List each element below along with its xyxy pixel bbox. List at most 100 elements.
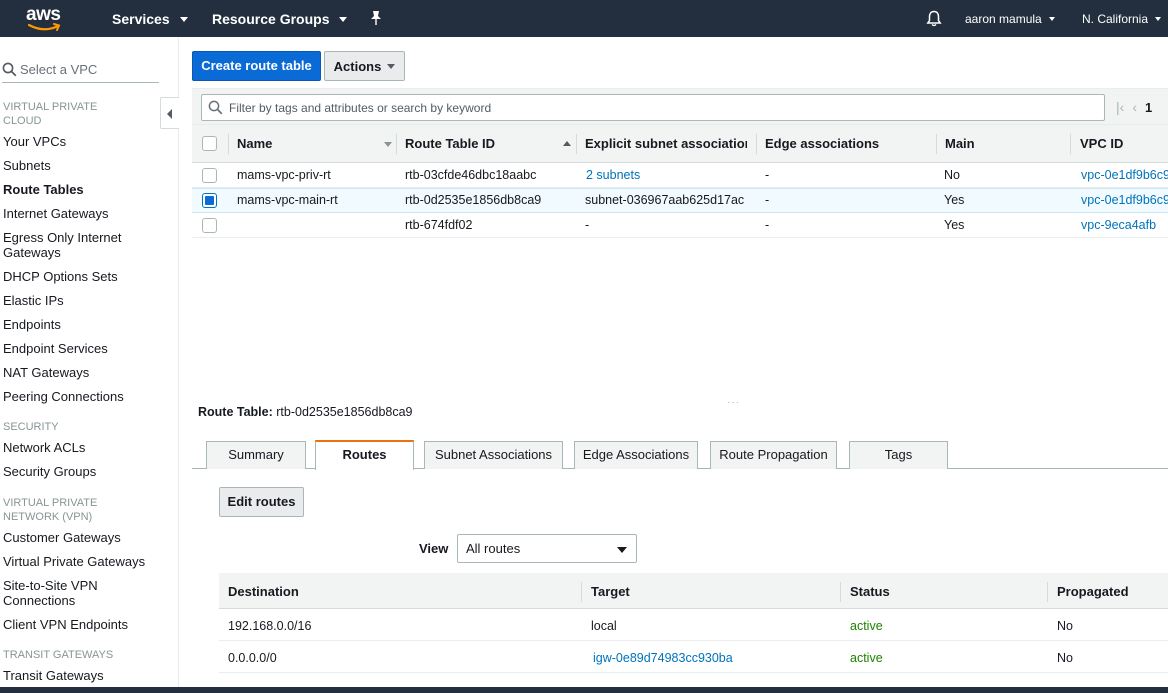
route-row: 0.0.0.0/0 igw-0e89d74983cc930ba active N… <box>219 641 1168 673</box>
collapse-sidebar-button[interactable] <box>160 97 179 129</box>
section-vpc: VIRTUAL PRIVATE CLOUD <box>3 101 98 127</box>
resource-groups-label: Resource Groups <box>212 11 330 27</box>
sidebar-item-subnets[interactable]: Subnets <box>3 158 51 173</box>
filter-placeholder: Filter by tags and attributes or search … <box>229 100 492 115</box>
row-checkbox[interactable] <box>202 168 217 183</box>
row-subnet-link[interactable]: 2 subnets <box>586 168 640 182</box>
row-vpc-link[interactable]: vpc-0e1df9b6c9 <box>1081 193 1168 207</box>
services-menu[interactable]: Services <box>112 11 188 27</box>
col-destination[interactable]: Destination <box>228 584 299 599</box>
table-row[interactable]: rtb-674fdf02 - - Yes vpc-9eca4afb <box>192 213 1168 238</box>
tab-routes[interactable]: Routes <box>315 440 414 470</box>
sidebar-item-transit-gateways[interactable]: Transit Gateways <box>3 668 104 683</box>
sort-ascending-icon[interactable] <box>563 141 571 146</box>
tab-summary[interactable]: Summary <box>206 441 306 469</box>
sidebar-item-egress-only-gateways[interactable]: Egress Only Internet Gateways <box>3 230 133 260</box>
table-row[interactable]: mams-vpc-priv-rt rtb-03cfde46dbc18aabc 2… <box>192 163 1168 188</box>
row-route-table-id: rtb-03cfde46dbc18aabc <box>405 168 537 182</box>
tab-subnet-associations[interactable]: Subnet Associations <box>424 441 563 469</box>
col-propagated[interactable]: Propagated <box>1057 584 1129 599</box>
sidebar-item-client-vpn-endpoints[interactable]: Client VPN Endpoints <box>3 617 128 632</box>
col-route-table-id[interactable]: Route Table ID <box>405 136 495 151</box>
resource-groups-menu[interactable]: Resource Groups <box>212 11 348 27</box>
aws-smile-icon <box>28 23 61 31</box>
aws-logo[interactable]: aws <box>24 4 64 32</box>
sidebar-item-internet-gateways[interactable]: Internet Gateways <box>3 206 109 221</box>
sort-icon[interactable] <box>384 142 392 147</box>
view-select[interactable]: All routes <box>457 534 637 563</box>
footer-bar <box>0 687 1168 693</box>
row-subnet: subnet-036967aab625d17ac <box>585 193 745 207</box>
sidebar-item-elastic-ips[interactable]: Elastic IPs <box>3 293 64 308</box>
col-vpc-id[interactable]: VPC ID <box>1080 136 1123 151</box>
row-main: No <box>944 168 960 182</box>
route-destination: 192.168.0.0/16 <box>228 619 312 633</box>
row-route-table-id: rtb-674fdf02 <box>405 218 473 232</box>
filter-input[interactable]: Filter by tags and attributes or search … <box>201 94 1105 121</box>
actions-button[interactable]: Actions <box>324 51 405 81</box>
select-all-checkbox[interactable] <box>202 136 217 151</box>
sidebar-item-virtual-private-gateways[interactable]: Virtual Private Gateways <box>3 554 145 569</box>
create-route-table-button[interactable]: Create route table <box>192 51 321 81</box>
sidebar-item-your-vpcs[interactable]: Your VPCs <box>3 134 66 149</box>
filter-bar: Filter by tags and attributes or search … <box>192 88 1168 125</box>
row-vpc-link[interactable]: vpc-9eca4afb <box>1081 218 1156 232</box>
col-status[interactable]: Status <box>850 584 890 599</box>
view-label: View <box>419 541 449 556</box>
chevron-down-icon <box>339 16 348 22</box>
prev-page-icon[interactable]: ‹ <box>1132 99 1137 115</box>
row-name: mams-vpc-main-rt <box>237 193 338 207</box>
row-route-table-id: rtb-0d2535e1856db8ca9 <box>405 193 542 207</box>
pin-icon[interactable] <box>369 10 383 29</box>
resize-handle[interactable]: ··· <box>727 397 740 408</box>
chevron-down-icon <box>1155 17 1162 21</box>
sidebar-item-endpoints[interactable]: Endpoints <box>3 317 61 332</box>
table-row-selected[interactable]: mams-vpc-main-rt rtb-0d2535e1856db8ca9 s… <box>192 188 1168 213</box>
tab-edge-associations[interactable]: Edge Associations <box>574 441 698 469</box>
search-icon <box>208 100 223 115</box>
route-target-link[interactable]: igw-0e89d74983cc930ba <box>593 651 733 665</box>
col-edge-associations[interactable]: Edge associations <box>765 136 879 151</box>
row-main: Yes <box>944 193 965 207</box>
route-status: active <box>850 619 883 633</box>
col-name[interactable]: Name <box>237 136 272 151</box>
route-row: 192.168.0.0/16 local active No <box>219 609 1168 641</box>
sidebar-item-dhcp-options[interactable]: DHCP Options Sets <box>3 269 118 284</box>
tab-tags[interactable]: Tags <box>849 441 948 469</box>
sidebar-item-route-tables[interactable]: Route Tables <box>3 182 84 197</box>
user-menu[interactable]: aaron mamula <box>965 12 1055 26</box>
first-page-icon[interactable]: |‹ <box>1116 99 1124 115</box>
sidebar-item-peering-connections[interactable]: Peering Connections <box>3 389 124 404</box>
chevron-down-icon <box>387 63 396 69</box>
sidebar-item-endpoint-services[interactable]: Endpoint Services <box>3 341 108 356</box>
route-table-label: Route Table: <box>198 405 273 419</box>
edit-routes-button[interactable]: Edit routes <box>219 487 304 517</box>
sidebar-item-security-groups[interactable]: Security Groups <box>3 464 96 479</box>
route-destination: 0.0.0.0/0 <box>228 651 277 665</box>
sidebar-item-nat-gateways[interactable]: NAT Gateways <box>3 365 89 380</box>
sidebar-item-site-to-site-vpn[interactable]: Site-to-Site VPN Connections <box>3 578 113 608</box>
caret-left-icon <box>167 109 172 119</box>
section-vpn: VIRTUAL PRIVATE NETWORK (VPN) <box>3 497 98 523</box>
row-checkbox-checked[interactable] <box>202 193 217 208</box>
chevron-down-icon <box>1048 17 1055 21</box>
region-menu[interactable]: N. California <box>1082 12 1162 26</box>
view-select-value: All routes <box>466 541 521 556</box>
search-icon <box>2 62 17 77</box>
row-vpc-link[interactable]: vpc-0e1df9b6c9 <box>1081 168 1168 182</box>
col-main[interactable]: Main <box>945 136 975 151</box>
route-table-value: rtb-0d2535e1856db8ca9 <box>276 405 413 419</box>
bell-icon[interactable] <box>926 10 942 30</box>
row-name: mams-vpc-priv-rt <box>237 168 331 182</box>
user-name: aaron mamula <box>965 12 1042 26</box>
row-subnet: - <box>585 218 590 232</box>
tab-route-propagation[interactable]: Route Propagation <box>710 441 837 469</box>
vpc-filter-input[interactable]: Select a VPC <box>2 57 159 83</box>
sidebar-item-network-acls[interactable]: Network ACLs <box>3 440 85 455</box>
row-edge: - <box>765 218 770 232</box>
col-explicit-subnet[interactable]: Explicit subnet association <box>585 136 747 151</box>
sidebar-item-customer-gateways[interactable]: Customer Gateways <box>3 530 121 545</box>
vpc-filter-placeholder: Select a VPC <box>20 62 98 77</box>
col-target[interactable]: Target <box>591 584 630 599</box>
row-checkbox[interactable] <box>202 218 217 233</box>
